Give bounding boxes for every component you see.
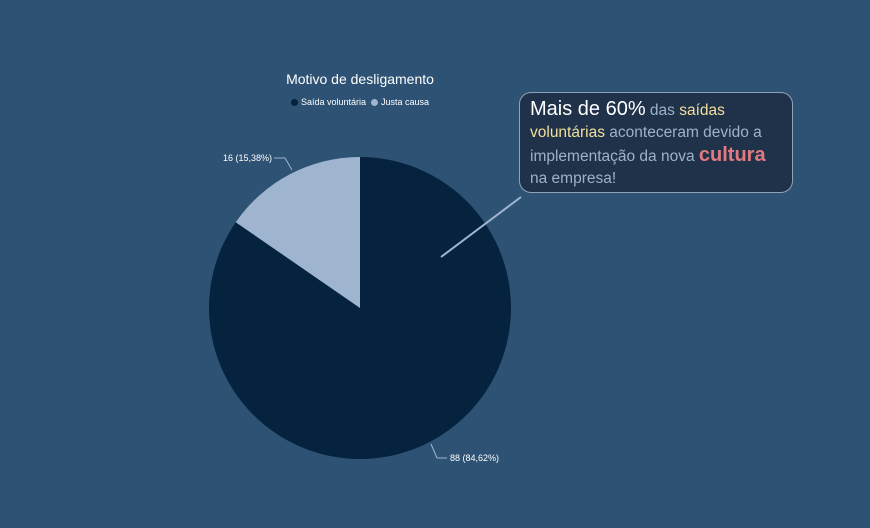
callout-text-3: na empresa!	[530, 170, 617, 187]
chart-area: Motivo de desligamento Saída voluntária …	[0, 0, 870, 528]
pie-chart: 88 (84,62%) 16 (15,38%)	[209, 153, 522, 463]
label-leader-saida-voluntaria	[430, 443, 447, 459]
data-label-saida-voluntaria: 88 (84,62%)	[450, 453, 499, 463]
callout-highlight-cultura: cultura	[698, 144, 766, 166]
label-leader-justa-causa	[274, 157, 293, 171]
callout-highlight-percent: Mais de 60%	[530, 98, 646, 120]
annotation-callout: Mais de 60% das saídas voluntárias acont…	[519, 92, 793, 193]
callout-text-1: das	[645, 102, 680, 119]
data-label-justa-causa: 16 (15,38%)	[223, 153, 272, 163]
